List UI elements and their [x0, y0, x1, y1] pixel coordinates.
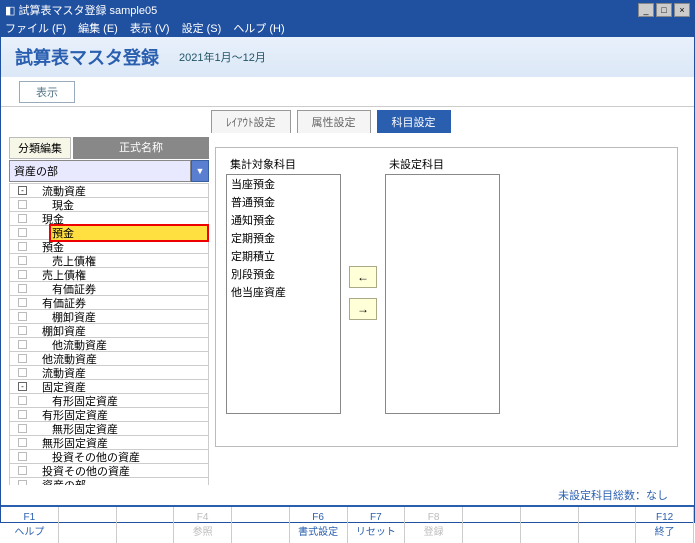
tree-node-icon[interactable]: [18, 298, 27, 307]
menu-settings[interactable]: 設定 (S): [182, 20, 222, 36]
list-item[interactable]: 別段預金: [227, 265, 340, 283]
period-label: 2021年1月～12月: [179, 49, 266, 65]
target-listbox[interactable]: 当座預金普通預金通知預金定期預金定期積立別段預金他当座資産: [226, 174, 341, 414]
close-button[interactable]: ×: [674, 3, 690, 17]
f6-format[interactable]: F6書式設定: [290, 507, 348, 543]
header-band: 試算表マスタ登録 2021年1月～12月: [1, 37, 694, 77]
list-item[interactable]: 他当座資産: [227, 283, 340, 301]
list-item[interactable]: 定期預金: [227, 229, 340, 247]
tree-node-icon[interactable]: [18, 214, 27, 223]
list-item[interactable]: 普通預金: [227, 193, 340, 211]
category-combo[interactable]: 資産の部 ▼: [9, 160, 209, 182]
tab-attribute[interactable]: 属性設定: [297, 110, 371, 133]
tree-node-icon[interactable]: [18, 466, 27, 475]
f10: [521, 507, 579, 543]
tree-node-icon[interactable]: [18, 438, 27, 447]
tab-layout[interactable]: ﾚｲｱｳﾄ設定: [211, 110, 291, 133]
app-icon: ◧: [5, 4, 15, 17]
menu-help[interactable]: ヘルプ (H): [233, 20, 284, 36]
category-combo-value[interactable]: 資産の部: [9, 160, 191, 182]
right-column: 集計対象科目 当座預金普通預金通知預金定期預金定期積立別段預金他当座資産 ← →…: [209, 133, 694, 485]
f2: [59, 507, 117, 543]
tree-node-icon[interactable]: [18, 410, 27, 419]
tree-node-icon[interactable]: [18, 256, 27, 265]
tree-node-icon[interactable]: [18, 396, 27, 405]
tree-node-icon[interactable]: [18, 284, 27, 293]
f8-register: F8登録: [405, 507, 463, 543]
list-item[interactable]: 当座預金: [227, 175, 340, 193]
menu-edit[interactable]: 編集 (E): [78, 20, 118, 36]
unset-list-label: 未設定科目: [385, 156, 500, 172]
chevron-down-icon[interactable]: ▼: [191, 160, 209, 182]
tree-node-icon[interactable]: [18, 354, 27, 363]
tree-node-icon[interactable]: [18, 312, 27, 321]
target-list-label: 集計対象科目: [226, 156, 341, 172]
tree-node-icon[interactable]: [18, 424, 27, 433]
menu-file[interactable]: ファイル (F): [5, 20, 66, 36]
tree-list[interactable]: -流動資産現金現金預金預金売上債権売上債権有価証券有価証券棚卸資産棚卸資産他流動…: [9, 182, 209, 485]
f4-ref: F4参照: [174, 507, 232, 543]
tree-node-icon[interactable]: -: [18, 382, 27, 391]
tree-row[interactable]: 資産の部: [9, 477, 209, 485]
name-header: 正式名称: [73, 137, 209, 159]
f12-exit[interactable]: F12終了: [636, 507, 694, 543]
list-item[interactable]: 定期積立: [227, 247, 340, 265]
tree-node-icon[interactable]: -: [18, 186, 27, 195]
tabs: ﾚｲｱｳﾄ設定 属性設定 科目設定: [1, 107, 694, 133]
tree-row-label: 資産の部: [40, 477, 208, 486]
tab-account[interactable]: 科目設定: [377, 110, 451, 133]
tree-node-icon[interactable]: [18, 326, 27, 335]
display-button[interactable]: 表示: [19, 81, 75, 103]
list-item[interactable]: 通知預金: [227, 211, 340, 229]
f3: [117, 507, 175, 543]
tree-node-icon[interactable]: [18, 228, 27, 237]
toolbar: 表示: [1, 77, 694, 107]
f1-help[interactable]: F1ヘルプ: [1, 507, 59, 543]
tree-node-icon[interactable]: [18, 480, 27, 485]
tree-node-icon[interactable]: [18, 200, 27, 209]
tree-node-icon[interactable]: [18, 242, 27, 251]
tree-node-icon[interactable]: [18, 368, 27, 377]
menu-view[interactable]: 表示 (V): [130, 20, 170, 36]
arrow-left-button[interactable]: ←: [349, 266, 377, 288]
maximize-button[interactable]: □: [656, 3, 672, 17]
left-column: 分類編集 正式名称 資産の部 ▼ -流動資産現金現金預金預金売上債権売上債権有価…: [1, 133, 209, 485]
f7-reset[interactable]: F7リセット: [348, 507, 406, 543]
menubar: ファイル (F) 編集 (E) 表示 (V) 設定 (S) ヘルプ (H): [1, 19, 694, 37]
page-title: 試算表マスタ登録: [15, 44, 159, 70]
titlebar: ◧ 試算表マスタ登録 sample05 _ □ ×: [1, 1, 694, 19]
category-edit-button[interactable]: 分類編集: [9, 137, 71, 159]
tree-node-icon[interactable]: [18, 270, 27, 279]
unset-listbox[interactable]: [385, 174, 500, 414]
tree-node-icon[interactable]: [18, 452, 27, 461]
window-title: 試算表マスタ登録 sample05: [18, 2, 157, 18]
tree-node-icon[interactable]: [18, 340, 27, 349]
footer-status: 未設定科目総数：なし: [1, 485, 694, 505]
minimize-button[interactable]: _: [638, 3, 654, 17]
arrow-right-button[interactable]: →: [349, 298, 377, 320]
main-area: 分類編集 正式名称 資産の部 ▼ -流動資産現金現金預金預金売上債権売上債権有価…: [1, 133, 694, 485]
f11: [579, 507, 637, 543]
function-keys: F1ヘルプ F4参照 F6書式設定 F7リセット F8登録 F12終了: [1, 505, 694, 543]
account-panel: 集計対象科目 当座預金普通預金通知預金定期預金定期積立別段預金他当座資産 ← →…: [215, 147, 678, 447]
f5: [232, 507, 290, 543]
f9: [463, 507, 521, 543]
